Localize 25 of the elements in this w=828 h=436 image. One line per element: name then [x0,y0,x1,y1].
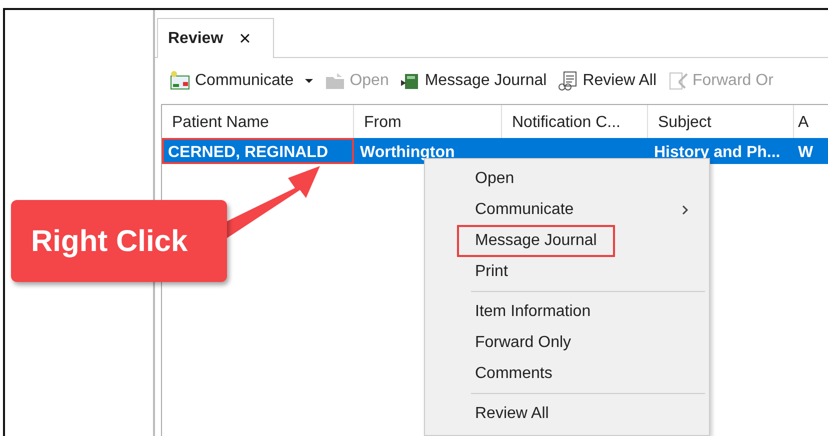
folder-icon [324,70,346,92]
document-icon [666,70,688,92]
table-cell-text: W [797,143,814,163]
tab[interactable]: Review × [157,18,274,58]
table-row[interactable]: CERNED, REGINALD Worthington History and Ph... W [162,138,828,164]
close-icon[interactable]: × [239,24,251,54]
table-cell-text: Worthington [359,143,456,163]
document-icon [556,70,579,92]
menu-item[interactable]: Open [475,164,514,192]
menu-item[interactable]: Communicate [475,196,574,224]
table-cell-text: History and Ph... [653,143,782,163]
callout-label: Right Click [11,200,227,282]
menu-item[interactable]: Review All [475,400,549,428]
tab-label: Review [168,28,224,48]
menu-item[interactable]: Forward Only [475,328,572,356]
toolbar-button[interactable]: Message Journal [424,69,547,93]
table-cell: CERNED, REGINALD [162,138,354,164]
menu-item[interactable]: Comments [475,360,552,388]
caret-icon[interactable] [304,77,314,85]
toolbar-button[interactable]: Review All [582,69,656,93]
toolbar-button[interactable]: Communicate [195,69,294,93]
menu-item[interactable]: Print [475,258,508,286]
column-header[interactable]: Patient Name [162,105,354,138]
menu-item[interactable]: Item Information [475,298,591,326]
menu-item[interactable]: Message Journal [457,224,615,256]
